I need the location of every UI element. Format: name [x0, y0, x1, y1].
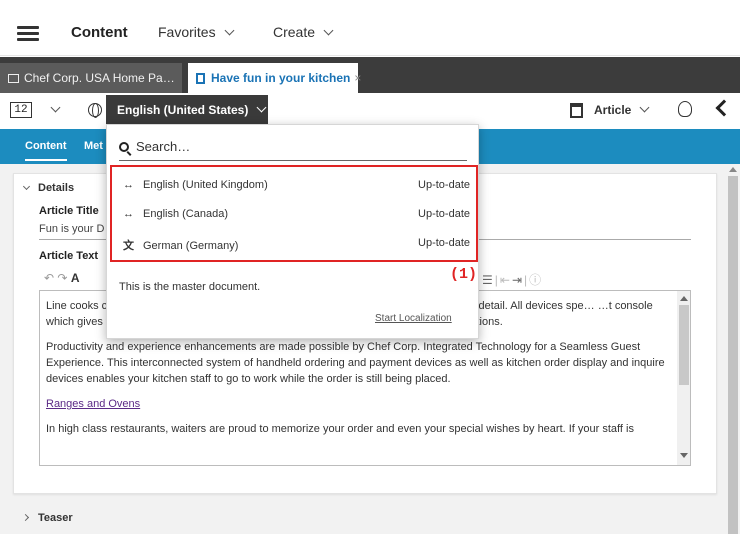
- nav-create-menu[interactable]: Create: [273, 24, 334, 40]
- lightbulb-icon[interactable]: [678, 101, 692, 117]
- bullet-list-icon[interactable]: ☰: [482, 273, 495, 287]
- language-item[interactable]: 文 German (Germany) Up-to-date: [122, 237, 470, 257]
- details-label: Details: [38, 182, 75, 194]
- article-title-label: Article Title: [39, 205, 99, 217]
- language-name: German (Germany): [143, 240, 239, 252]
- document-type-label: Article: [594, 103, 632, 117]
- favorites-label: Favorites: [158, 24, 216, 40]
- document-tab-bar: Chef Corp. USA Home Pa… Have fun in your…: [0, 57, 740, 93]
- tab-label: Have fun in your kitchen: [211, 71, 351, 85]
- language-name: English (Canada): [143, 208, 228, 220]
- language-search-input[interactable]: Search…: [119, 139, 467, 161]
- nav-favorites-menu[interactable]: Favorites: [158, 24, 235, 40]
- tab-article-active[interactable]: Have fun in your kitchen ×: [188, 63, 361, 93]
- editor-paragraph: Productivity and experience enhancements…: [46, 341, 665, 385]
- language-status: Up-to-date: [418, 237, 470, 249]
- tab-content[interactable]: Content: [25, 140, 67, 161]
- teaser-label: Teaser: [38, 512, 73, 524]
- master-document-note: This is the master document.: [119, 281, 261, 293]
- menu-icon[interactable]: [17, 26, 39, 41]
- redo-icon[interactable]: ↷: [57, 271, 67, 285]
- editor-toolbar-left: ↶ ↷ A: [44, 271, 79, 285]
- details-section-header[interactable]: Details: [22, 182, 75, 194]
- language-status: Up-to-date: [418, 208, 470, 220]
- language-name: English (United Kingdom): [143, 179, 268, 191]
- language-item[interactable]: ↔ English (United Kingdom) Up-to-date: [122, 179, 470, 199]
- language-status: Up-to-date: [418, 179, 470, 191]
- scrollbar-thumb[interactable]: [679, 305, 689, 385]
- nav-content-title[interactable]: Content: [71, 24, 128, 41]
- chevron-down-icon: [323, 25, 334, 36]
- outdent-icon[interactable]: ⇤: [500, 273, 512, 287]
- globe-icon: [88, 103, 102, 118]
- document-type-icon: [570, 103, 583, 118]
- search-placeholder: Search…: [136, 139, 191, 154]
- chevron-down-icon[interactable]: [50, 102, 61, 113]
- create-label: Create: [273, 24, 316, 40]
- annotation-callout: (1): [450, 266, 478, 283]
- editor-paragraph: In high class restaurants, waiters are p…: [46, 423, 634, 435]
- scroll-up-icon[interactable]: [729, 167, 737, 172]
- close-icon[interactable]: ×: [354, 71, 361, 85]
- search-icon: [119, 142, 129, 152]
- scroll-down-icon[interactable]: [680, 453, 688, 458]
- tab-label: Chef Corp. USA Home Pa…: [24, 71, 175, 85]
- chevron-right-icon: [21, 513, 30, 522]
- ranges-ovens-link[interactable]: Ranges and Ovens: [46, 398, 140, 410]
- language-variants-list: ↔ English (United Kingdom) Up-to-date ↔ En…: [110, 165, 478, 262]
- article-title-input[interactable]: Fun is your D: [39, 223, 104, 235]
- page-icon: [8, 74, 19, 83]
- tab-metadata[interactable]: Met: [84, 140, 103, 152]
- language-label: English (United States): [117, 103, 249, 117]
- undo-icon[interactable]: ↶: [44, 271, 54, 285]
- sync-icon: ↔: [123, 179, 134, 191]
- collapse-arrow-icon[interactable]: [715, 99, 733, 117]
- top-navigation-bar: Content Favorites Create: [0, 0, 740, 56]
- scroll-up-icon[interactable]: [680, 296, 688, 301]
- indent-icon[interactable]: ⇥: [512, 273, 524, 287]
- article-text-label: Article Text: [39, 250, 99, 262]
- language-dropdown: Search… ↔ English (United Kingdom) Up-to-…: [106, 124, 479, 339]
- version-indicator[interactable]: 12: [10, 102, 32, 118]
- editor-scrollbar[interactable]: [677, 291, 690, 465]
- language-selector-button[interactable]: English (United States): [106, 95, 268, 125]
- language-item[interactable]: ↔ English (Canada) Up-to-date: [122, 208, 470, 228]
- scrollbar-thumb[interactable]: [728, 176, 738, 534]
- article-icon: [196, 73, 205, 84]
- start-localization-link[interactable]: Start Localization: [375, 313, 452, 324]
- chevron-down-icon: [224, 25, 235, 36]
- chevron-down-icon: [256, 102, 267, 113]
- text-style-icon[interactable]: A: [71, 271, 80, 285]
- tab-home-page[interactable]: Chef Corp. USA Home Pa…: [0, 63, 182, 93]
- editor-toolbar-right: ☰|⇤⇥|ⓘ: [482, 273, 544, 287]
- translate-icon: 文: [123, 240, 134, 252]
- chevron-down-icon: [639, 102, 650, 113]
- chevron-down-icon: [22, 182, 31, 191]
- info-icon[interactable]: ⓘ: [529, 273, 543, 287]
- sync-icon: ↔: [123, 208, 134, 220]
- page-scrollbar[interactable]: [726, 164, 740, 534]
- teaser-section-header[interactable]: Teaser: [21, 512, 73, 524]
- document-type-selector[interactable]: Article: [594, 102, 650, 117]
